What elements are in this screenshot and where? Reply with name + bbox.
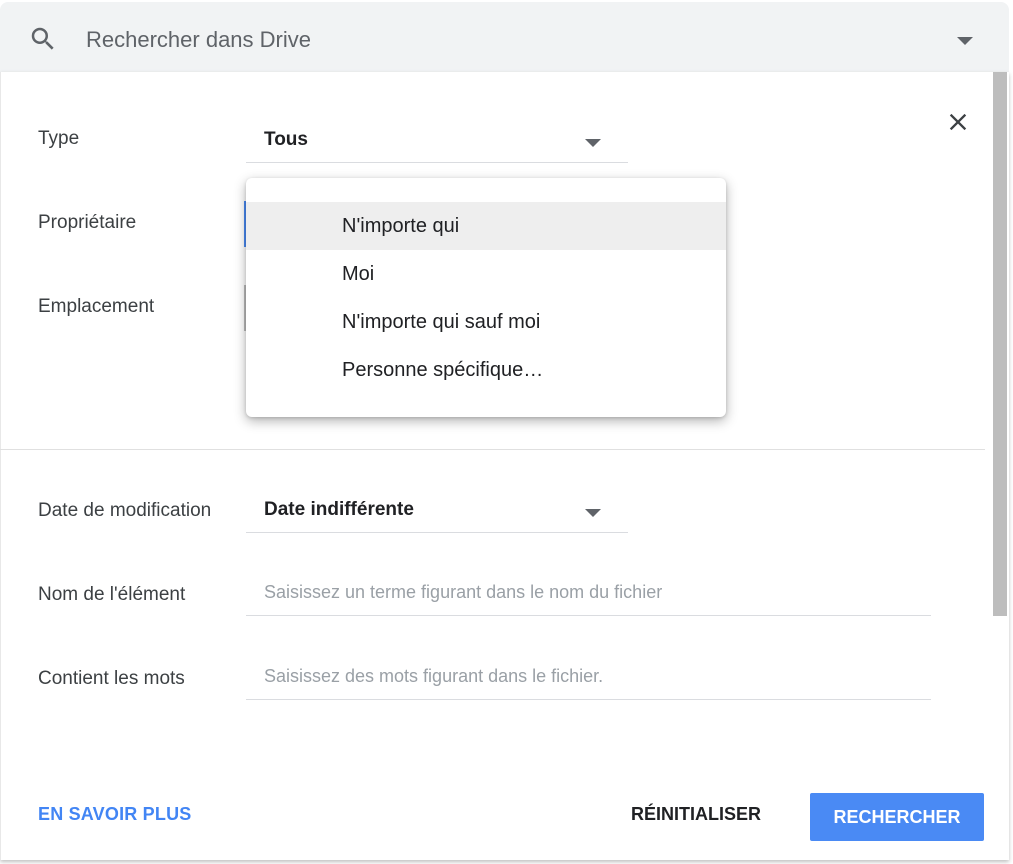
owner-label: Propriétaire (38, 212, 137, 233)
type-select-value: Tous (264, 129, 308, 150)
owner-dropdown-menu: N'importe qui Moi N'importe qui sauf moi… (246, 178, 726, 417)
type-select[interactable]: Tous (246, 119, 628, 163)
drive-search-bar[interactable]: Rechercher dans Drive (0, 2, 1009, 72)
learn-more-link[interactable]: EN SAVOIR PLUS (38, 804, 192, 825)
modified-date-value: Date indifférente (264, 499, 414, 520)
owner-option[interactable]: Personne spécifique… (246, 346, 726, 394)
item-name-label: Nom de l'élément (38, 584, 186, 605)
owner-option[interactable]: N'importe qui sauf moi (246, 298, 726, 346)
section-divider (0, 449, 985, 450)
modified-date-label: Date de modification (38, 500, 212, 521)
search-placeholder[interactable]: Rechercher dans Drive (86, 27, 311, 53)
search-options-chevron-down-icon[interactable] (957, 37, 973, 45)
item-name-input[interactable] (246, 570, 931, 616)
scrollbar-thumb[interactable] (993, 72, 1007, 616)
search-button[interactable]: RECHERCHER (810, 793, 984, 841)
chevron-down-icon (585, 139, 601, 147)
contains-words-label: Contient les mots (38, 668, 185, 689)
type-label: Type (38, 128, 80, 149)
modified-date-select[interactable]: Date indifférente (246, 489, 628, 533)
chevron-down-icon (585, 509, 601, 517)
owner-option[interactable]: N'importe qui (246, 202, 726, 250)
search-icon[interactable] (28, 24, 58, 54)
contains-words-input[interactable] (246, 654, 931, 700)
reset-button[interactable]: RÉINITIALISER (631, 804, 761, 825)
owner-option[interactable]: Moi (246, 250, 726, 298)
location-label: Emplacement (38, 296, 155, 317)
close-icon[interactable] (944, 108, 972, 136)
